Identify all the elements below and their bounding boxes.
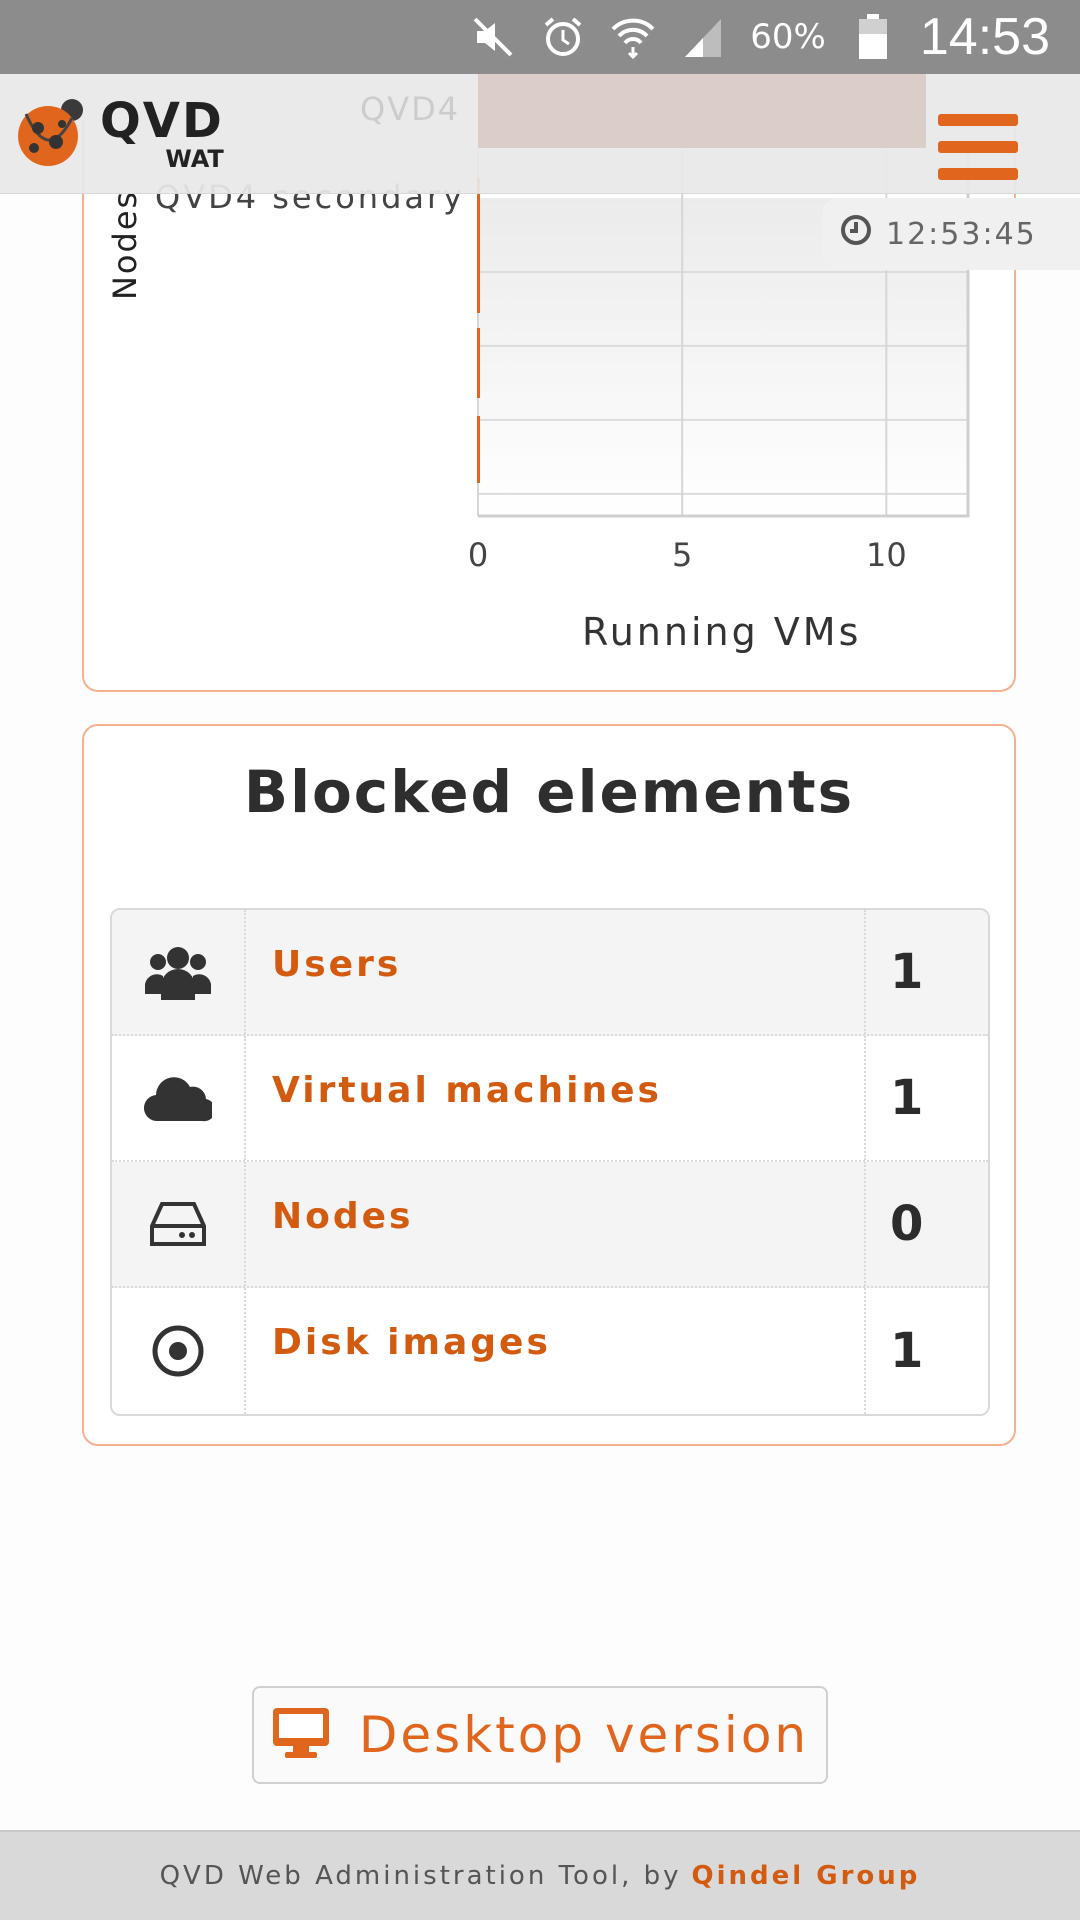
table-row[interactable]: Virtual machines 1: [112, 1036, 988, 1162]
blocked-elements-title: Blocked elements: [243, 758, 855, 826]
status-clock: 14:53: [919, 8, 1050, 66]
cloud-icon: [112, 1036, 246, 1160]
battery-percent: 60%: [750, 17, 826, 57]
blocked-nodes-count: 0: [890, 1196, 924, 1252]
blocked-disk-images-count: 1: [890, 1323, 924, 1379]
footer-brand-link[interactable]: Qindel Group: [692, 1861, 921, 1891]
chart-x-axis-title: Running VMs: [582, 610, 862, 654]
alarm-icon: [540, 14, 586, 60]
logo-wat-text: WAT: [165, 145, 224, 173]
chart-bar: [477, 416, 480, 483]
table-row[interactable]: Disk images 1: [112, 1288, 988, 1414]
qvd-wat-logo[interactable]: QVD WAT: [12, 94, 224, 174]
chart-x-tick-label: 5: [672, 536, 692, 574]
chart-x-tick-label: 0: [468, 536, 488, 574]
blocked-users-count: 1: [890, 944, 924, 1000]
wifi-icon: [610, 14, 656, 60]
signal-icon: [680, 14, 726, 60]
footer-text: QVD Web Administration Tool, by: [159, 1861, 682, 1891]
users-icon: [112, 910, 246, 1034]
logo-qvd-text: QVD: [100, 93, 224, 149]
chart-x-tick-label: 10: [866, 536, 907, 574]
disk-image-icon: [112, 1288, 246, 1414]
chart-bar-qvd4-overlap: [478, 74, 926, 148]
chart-y-category-label: QVD4: [360, 90, 461, 128]
chart-bar: [477, 258, 480, 313]
blocked-elements-panel: Blocked elements Users 1 Virtual machine…: [82, 724, 1016, 1446]
last-update-time: 12:53:45: [886, 216, 1037, 252]
desktop-monitor-icon: [271, 1706, 331, 1764]
chart-y-axis-title: Nodes: [106, 189, 144, 300]
status-bar: 60% 14:53: [0, 0, 1080, 74]
blocked-nodes-link[interactable]: Nodes: [272, 1196, 413, 1237]
blocked-elements-table: Users 1 Virtual machines 1 Nodes 0 Disk …: [110, 908, 990, 1416]
mute-icon: [470, 14, 516, 60]
blocked-vms-link[interactable]: Virtual machines: [272, 1070, 662, 1111]
blocked-vms-count: 1: [890, 1070, 924, 1126]
last-update-badge: 12:53:45: [822, 198, 1080, 270]
hard-drive-icon: [112, 1162, 246, 1286]
clock-icon: [840, 214, 872, 254]
blocked-users-link[interactable]: Users: [272, 944, 401, 985]
table-row[interactable]: Nodes 0: [112, 1162, 988, 1288]
page-footer: QVD Web Administration Tool, by Qindel G…: [0, 1830, 1080, 1920]
desktop-version-label: Desktop version: [358, 1706, 810, 1764]
ladybug-logo-icon: [12, 94, 88, 174]
desktop-version-button[interactable]: Desktop version: [252, 1686, 828, 1784]
table-row[interactable]: Users 1: [112, 910, 988, 1036]
chart-bar: [477, 328, 480, 398]
battery-icon: [850, 14, 896, 60]
blocked-disk-images-link[interactable]: Disk images: [272, 1322, 551, 1363]
hamburger-menu-icon[interactable]: [938, 114, 1018, 180]
